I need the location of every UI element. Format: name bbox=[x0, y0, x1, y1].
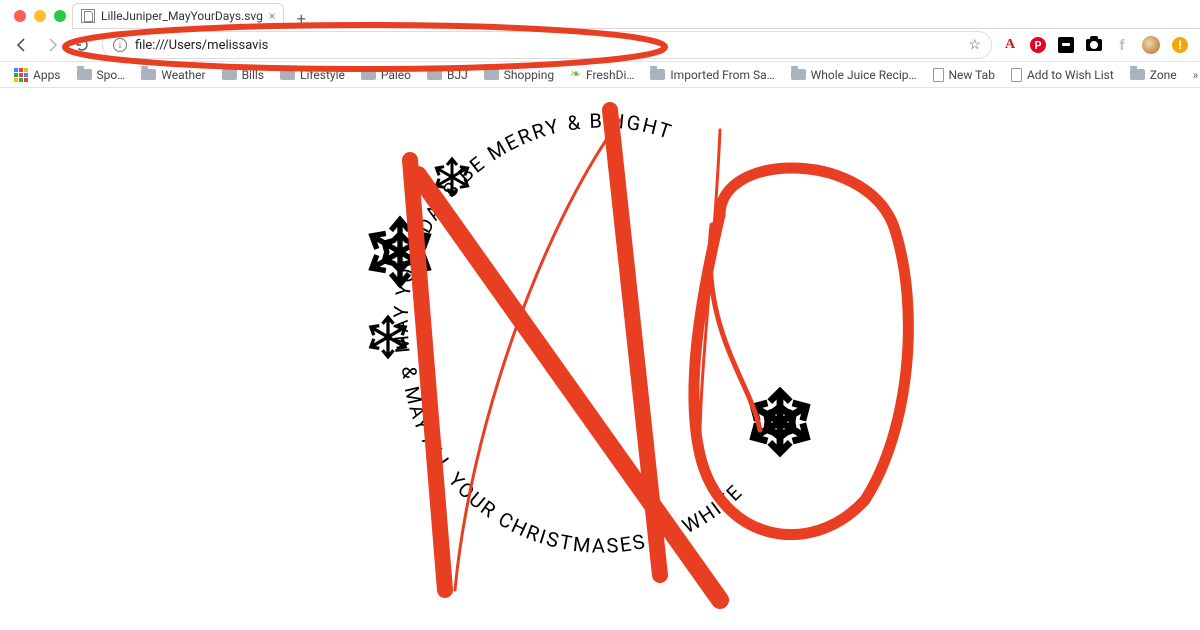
bookmark-label: Add to Wish List bbox=[1027, 68, 1114, 82]
folder-icon bbox=[77, 69, 92, 80]
new-tab-button[interactable]: + bbox=[288, 8, 314, 28]
page-icon bbox=[1011, 68, 1022, 82]
zoom-window-icon[interactable] bbox=[54, 10, 66, 22]
bookmark-folder[interactable]: Weather bbox=[141, 68, 205, 82]
reload-icon bbox=[74, 37, 90, 53]
svg-image: MAY YOUR DAYS BE MERRY & BRIGHT & MAY AL… bbox=[340, 77, 860, 597]
bookmark-label: Zone bbox=[1150, 68, 1177, 82]
folder-icon bbox=[1130, 69, 1145, 80]
reload-button[interactable] bbox=[72, 35, 92, 55]
forward-button[interactable] bbox=[42, 35, 62, 55]
arrow-right-icon bbox=[44, 37, 60, 53]
window-controls bbox=[14, 10, 66, 22]
bookmark-overflow-button[interactable]: » bbox=[1193, 68, 1199, 82]
tab-title: LilleJuniper_MayYourDays.svg bbox=[101, 9, 263, 23]
svg-top-arc-text: MAY YOUR DAYS BE MERRY & BRIGHT bbox=[389, 109, 676, 355]
extension-a-icon[interactable]: A bbox=[1002, 37, 1018, 53]
bookmark-label: Lifestyle bbox=[300, 68, 345, 82]
bookmark-label: Bills bbox=[242, 68, 264, 82]
page-icon bbox=[933, 68, 944, 82]
bookmark-label: Spo… bbox=[97, 68, 126, 82]
url-text: file:///Users/melissavis bbox=[135, 38, 960, 53]
folder-icon bbox=[222, 69, 237, 80]
bookmark-label: New Tab bbox=[949, 68, 995, 82]
file-icon bbox=[81, 9, 95, 23]
folder-icon bbox=[141, 69, 156, 80]
bookmark-link[interactable]: New Tab bbox=[933, 68, 995, 82]
toolbar-extensions: A P f ! bbox=[1002, 36, 1188, 54]
camera-icon[interactable] bbox=[1086, 39, 1102, 51]
bookmark-folder[interactable]: Spo… bbox=[77, 68, 126, 82]
back-button[interactable] bbox=[12, 35, 32, 55]
bookmark-star-icon[interactable]: ☆ bbox=[968, 37, 981, 53]
page-viewport: MAY YOUR DAYS BE MERRY & BRIGHT & MAY AL… bbox=[0, 88, 1200, 630]
bookmark-label: Weather bbox=[161, 68, 205, 82]
apps-label: Apps bbox=[33, 68, 61, 82]
svg-bottom-arc-text: & MAY ALL YOUR CHRISTMASES BE WHITE bbox=[397, 365, 748, 558]
apps-grid-icon bbox=[14, 68, 28, 82]
close-tab-icon[interactable]: × bbox=[269, 9, 275, 23]
bookmark-folder[interactable]: Bills bbox=[222, 68, 264, 82]
bookmark-folder[interactable]: Zone bbox=[1130, 68, 1177, 82]
site-info-icon[interactable]: i bbox=[113, 38, 127, 52]
close-window-icon[interactable] bbox=[14, 10, 26, 22]
pinterest-icon[interactable]: P bbox=[1030, 37, 1046, 53]
arrow-left-icon bbox=[14, 37, 30, 53]
facebook-icon[interactable]: f bbox=[1114, 37, 1130, 53]
snowflake-icon bbox=[748, 392, 811, 453]
address-bar[interactable]: i file:///Users/melissavis ☆ bbox=[102, 31, 992, 59]
profile-avatar-icon[interactable] bbox=[1142, 36, 1160, 54]
browser-toolbar: i file:///Users/melissavis ☆ A P f ! bbox=[0, 29, 1200, 62]
minimize-window-icon[interactable] bbox=[34, 10, 46, 22]
browser-tab[interactable]: LilleJuniper_MayYourDays.svg × bbox=[72, 3, 284, 28]
extension-pocket-icon[interactable] bbox=[1058, 37, 1074, 53]
bookmark-link[interactable]: Add to Wish List bbox=[1011, 68, 1114, 82]
folder-icon bbox=[280, 69, 295, 80]
alert-badge-icon[interactable]: ! bbox=[1172, 37, 1188, 53]
bookmark-folder[interactable]: Lifestyle bbox=[280, 68, 345, 82]
tab-strip: LilleJuniper_MayYourDays.svg × + bbox=[72, 3, 1200, 29]
apps-button[interactable]: Apps bbox=[14, 68, 61, 82]
